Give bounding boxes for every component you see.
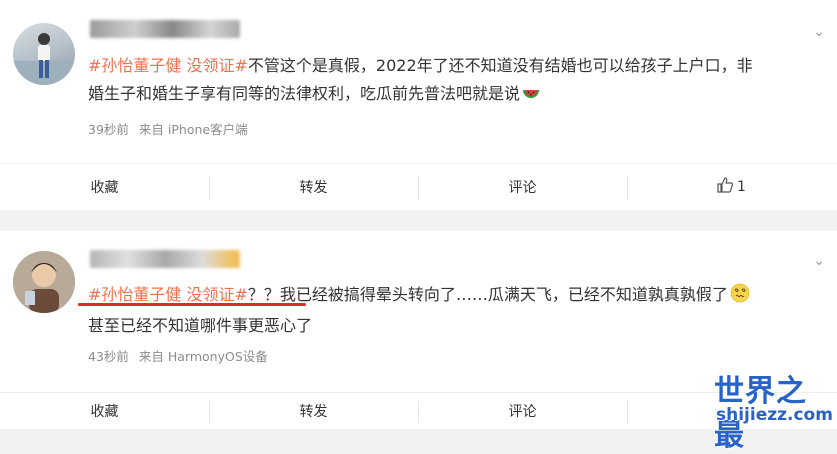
username-blurred[interactable] <box>90 250 240 268</box>
like-button[interactable]: 1 <box>627 164 836 210</box>
chevron-down-icon[interactable]: ⌄ <box>813 24 825 40</box>
post-card-1: ⌄ #孙怡董子健 没领证#不管这个是真假，2022年了还不知道没有结婚也可以给孩… <box>0 0 837 163</box>
like-count: 1 <box>737 179 746 195</box>
repost-button[interactable]: 转发 <box>209 393 418 429</box>
repost-button[interactable]: 转发 <box>209 164 418 210</box>
dizzy-face-emoji-icon <box>730 283 750 312</box>
avatar[interactable] <box>13 23 75 85</box>
avatar[interactable] <box>13 251 75 313</box>
post-time[interactable]: 43秒前 <box>88 349 129 364</box>
topic-link[interactable]: #孙怡董子健 没领证# <box>88 285 248 304</box>
collect-button[interactable]: 收藏 <box>0 393 209 429</box>
divider <box>627 401 628 423</box>
collect-button[interactable]: 收藏 <box>0 164 209 210</box>
post-source: 来自 iPhone客户端 <box>138 122 248 137</box>
post-actions-2: 收藏 转发 评论 <box>0 392 837 429</box>
red-underline-annotation <box>78 303 306 306</box>
chevron-down-icon[interactable]: ⌄ <box>813 253 825 269</box>
username-blurred[interactable] <box>90 20 240 38</box>
post-meta: 39秒前 来自 iPhone客户端 <box>88 119 258 138</box>
comment-button[interactable]: 评论 <box>418 393 627 429</box>
topic-link[interactable]: #孙怡董子健 没领证# <box>88 56 248 75</box>
post-time[interactable]: 39秒前 <box>88 122 129 137</box>
thumbs-up-icon <box>717 177 734 197</box>
post-meta: 43秒前 来自 HarmonyOS设备 <box>88 346 278 365</box>
watermelon-emoji-icon <box>522 83 540 111</box>
post-text: #孙怡董子健 没领证#不管这个是真假，2022年了还不知道没有结婚也可以给孩子上… <box>88 52 808 111</box>
post-actions-1: 收藏 转发 评论 1 <box>0 164 837 210</box>
post-text: #孙怡董子健 没领证#？？我已经被搞得晕头转向了……瓜满天飞，已经不知道孰真孰假… <box>88 281 808 340</box>
post-source: 来自 HarmonyOS设备 <box>138 349 268 364</box>
comment-button[interactable]: 评论 <box>418 164 627 210</box>
watermark-url: shijiezz.com <box>716 405 833 425</box>
